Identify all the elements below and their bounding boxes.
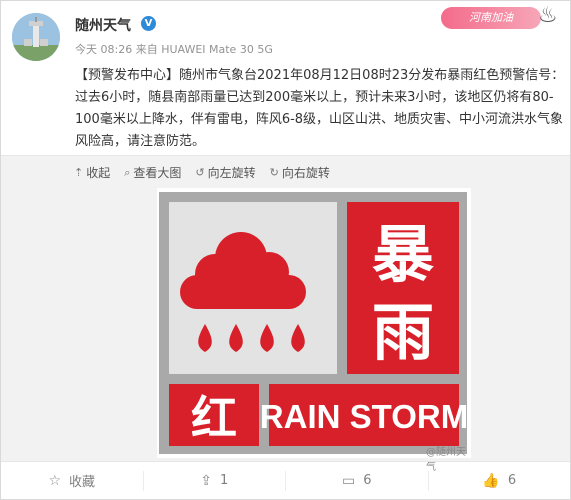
rotate-right-icon: ↻ <box>269 166 279 179</box>
post-text: 【预警发布中心】随州市气象台2021年08月12日08时23分发布暴雨红色预警信… <box>75 68 565 149</box>
view-large-button[interactable]: ⌕ 查看大图 <box>124 164 181 181</box>
post-source[interactable]: 来自 HUAWEI Mate 30 5G <box>136 43 273 56</box>
favorite-label: 收藏 <box>69 475 96 490</box>
collapse-button[interactable]: ⇡ 收起 <box>74 164 110 181</box>
magnifier-icon: ⌕ <box>124 165 131 179</box>
image-toolbar: ⇡ 收起 ⌕ 查看大图 ↺ 向左旋转 ↻ 向右旋转 <box>74 164 330 181</box>
level-char: 红 <box>191 391 237 445</box>
avatar-image <box>12 13 60 61</box>
rainstorm-warning-image[interactable]: 暴 雨 红 RAIN STORM @随州天气 <box>157 188 471 473</box>
view-large-label: 查看大图 <box>133 166 182 180</box>
thumbs-up-icon: 👍 <box>482 472 500 489</box>
image-viewer: ⇡ 收起 ⌕ 查看大图 ↺ 向左旋转 ↻ 向右旋转 暴 雨 红 RAIN STO… <box>1 155 570 473</box>
title-top-char: 暴 <box>372 218 434 291</box>
rotate-right-button[interactable]: ↻ 向右旋转 <box>270 164 330 181</box>
rotate-left-label: 向左旋转 <box>207 166 256 180</box>
rotate-left-icon: ↺ <box>195 166 205 179</box>
action-bar: ☆ 收藏 ⇪ 1 ▭ 6 👍 6 <box>1 461 570 499</box>
rotate-right-label: 向右旋转 <box>281 166 330 180</box>
weibo-post-card: 随州天气 V 今天 08:26 来自 HUAWEI Mate 30 5G 河南加… <box>0 0 571 500</box>
rotate-left-button[interactable]: ↺ 向左旋转 <box>195 164 255 181</box>
like-button[interactable]: 👍 6 <box>429 471 571 491</box>
candle-icon: ♨ <box>538 3 558 28</box>
star-icon: ☆ <box>48 472 62 489</box>
repost-icon: ⇪ <box>200 472 212 489</box>
repost-count: 1 <box>219 473 229 488</box>
like-count: 6 <box>507 473 517 488</box>
verified-icon: V <box>141 16 156 31</box>
english-label: RAIN STORM <box>260 398 468 435</box>
repost-button[interactable]: ⇪ 1 <box>144 470 286 491</box>
warning-sign-graphic: 暴 雨 红 RAIN STORM <box>159 192 468 454</box>
post-time[interactable]: 今天 08:26 <box>75 43 132 56</box>
avatar[interactable] <box>12 13 60 61</box>
favorite-button[interactable]: ☆ 收藏 <box>1 470 144 491</box>
collapse-label: 收起 <box>86 166 111 180</box>
comment-icon: ▭ <box>341 472 356 489</box>
post-meta: 今天 08:26 来自 HUAWEI Mate 30 5G <box>75 41 273 57</box>
comment-count: 6 <box>363 473 372 488</box>
user-name[interactable]: 随州天气 <box>75 15 131 35</box>
title-bottom-char: 雨 <box>372 296 434 369</box>
topic-badge[interactable]: 河南加油 <box>441 7 541 29</box>
comment-button[interactable]: ▭ 6 <box>286 470 429 491</box>
collapse-icon: ⇡ <box>74 166 84 179</box>
